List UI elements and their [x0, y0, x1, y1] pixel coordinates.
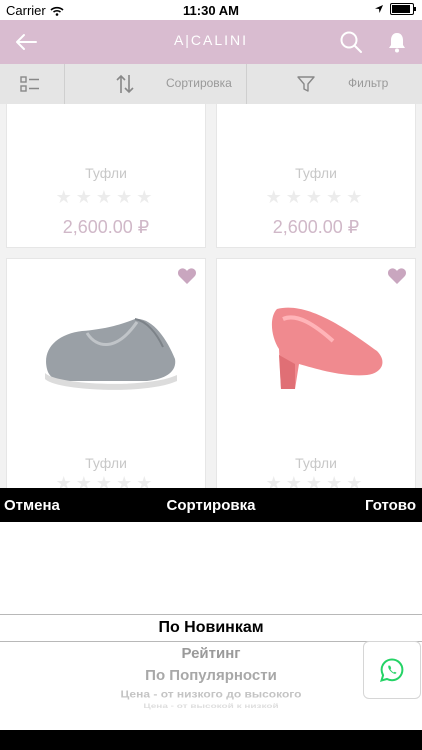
pink-pump-shoe-image	[271, 307, 383, 389]
product-name: Туфли	[295, 165, 337, 181]
product-card[interactable]: Туфли ★★★★★ 2,600.00 ₽	[6, 104, 206, 248]
rating-stars: ★★★★★	[265, 473, 367, 488]
status-right	[374, 3, 416, 15]
done-button[interactable]: Готово	[365, 497, 416, 514]
rating-stars: ★★★★★	[55, 473, 157, 488]
navbar: A|CALINI	[0, 20, 422, 64]
list-view-icon[interactable]	[20, 76, 40, 92]
product-card[interactable]: Туфли ★★★★★ 2,600.00 ₽	[216, 104, 416, 248]
product-name: Туфли	[85, 455, 127, 471]
whatsapp-icon	[380, 658, 404, 682]
picker-option[interactable]: Цена - от высокой к низкой	[0, 703, 422, 710]
picker-option[interactable]: Цена - от низкого до высокого	[0, 688, 422, 700]
rating-stars: ★★★★★	[55, 187, 157, 207]
picker-selection-line	[0, 614, 422, 615]
product-card[interactable]: Туфли ★★★★★	[6, 258, 206, 488]
picker-option[interactable]: Рейтинг	[0, 645, 422, 662]
whatsapp-button[interactable]	[363, 641, 421, 699]
bottom-bar	[0, 730, 422, 750]
heart-icon[interactable]	[387, 267, 407, 285]
filter-button[interactable]: Фильтр	[348, 76, 388, 90]
sort-button[interactable]: Сортировка	[166, 76, 232, 90]
product-name: Туфли	[85, 165, 127, 181]
product-card[interactable]: Туфли ★★★★★	[216, 258, 416, 488]
heart-icon[interactable]	[177, 267, 197, 285]
status-time: 11:30 AM	[183, 3, 239, 18]
rating-stars: ★★★★★	[265, 187, 367, 207]
picker-header: Отмена Сортировка Готово	[0, 488, 422, 522]
status-bar: Carrier 11:30 AM	[0, 0, 422, 20]
picker-selection-line	[0, 641, 422, 642]
toolbar-divider	[246, 64, 247, 104]
product-price: 2,600.00 ₽	[62, 217, 150, 237]
location-arrow-icon	[375, 5, 383, 13]
grey-slip-on-shoe-image	[45, 318, 177, 390]
product-grid: Туфли ★★★★★ 2,600.00 ₽ Туфли ★★★★★ 2,600…	[0, 104, 422, 488]
filter-funnel-icon[interactable]	[296, 74, 316, 94]
bell-icon[interactable]	[384, 29, 410, 55]
toolbar-divider	[64, 64, 65, 104]
battery-icon	[390, 3, 416, 15]
picker-option-selected[interactable]: По Новинкам	[0, 619, 422, 637]
sort-filter-toolbar: Сортировка Фильтр	[0, 64, 422, 105]
picker-option[interactable]: По Популярности	[0, 667, 422, 684]
picker-title: Сортировка	[166, 497, 256, 514]
product-price: 2,600.00 ₽	[272, 217, 360, 237]
sort-arrows-icon[interactable]	[114, 73, 136, 95]
product-name: Туфли	[295, 455, 337, 471]
search-icon[interactable]	[338, 29, 364, 55]
sort-picker-wheel[interactable]: По Новинкам Рейтинг По Популярности Цена…	[0, 522, 422, 730]
